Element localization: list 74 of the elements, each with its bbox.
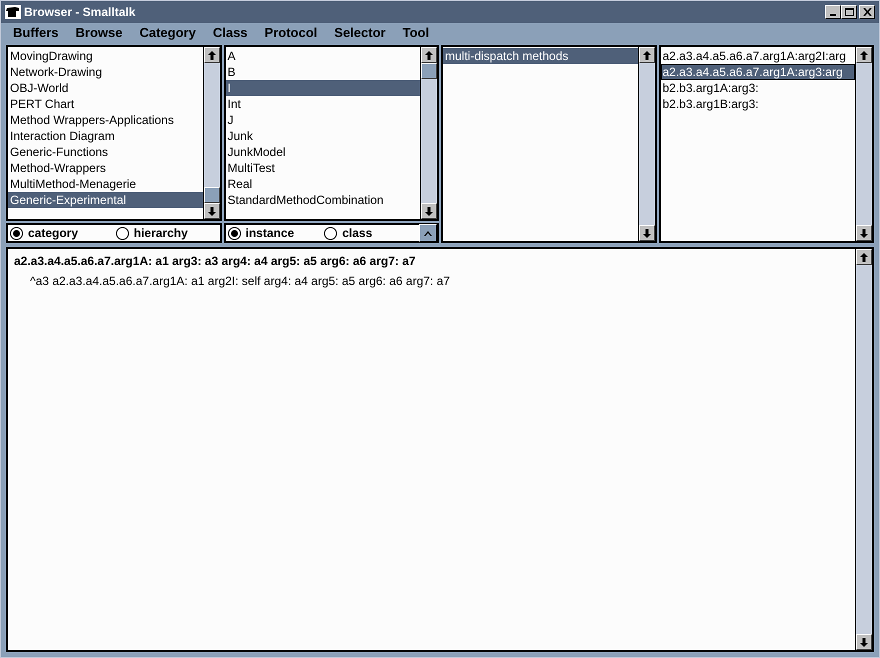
scroll-thumb[interactable] (204, 187, 220, 203)
close-icon (862, 8, 872, 16)
scroll-up-button[interactable] (421, 47, 437, 63)
scrollbar[interactable] (202, 47, 220, 219)
scroll-up-button[interactable] (204, 47, 220, 63)
scrollbar[interactable] (638, 47, 654, 241)
scroll-down-button[interactable] (856, 634, 872, 650)
list-item[interactable]: JunkModel (226, 144, 420, 160)
up-arrow-icon (642, 50, 650, 60)
radio-option[interactable]: class (322, 224, 419, 242)
scroll-up-button[interactable] (856, 47, 872, 63)
list-item[interactable]: MultiMethod-Menagerie (8, 176, 202, 192)
scrollbar[interactable] (420, 47, 437, 219)
list-item[interactable]: OBJ-World (8, 80, 202, 96)
menu-item[interactable]: Category (139, 23, 196, 43)
list-item[interactable]: Generic-Functions (8, 144, 202, 160)
up-arrow-icon (425, 50, 433, 60)
down-arrow-icon (642, 228, 650, 238)
list-item[interactable]: Junk (226, 128, 420, 144)
window-title: Browser - Smalltalk (24, 4, 136, 21)
list-item[interactable]: I (226, 80, 420, 96)
maximize-icon (844, 8, 854, 16)
method-body: ^a3 a2.a3.a4.a5.a6.a7.arg1A: a1 arg2I: self arg4: a4 arg5: a5 arg6: a6 arg7: a7 (29, 273, 451, 290)
menu-item[interactable]: Class (212, 23, 248, 43)
menu-item[interactable]: Browse (76, 23, 122, 43)
scroll-up-button[interactable] (856, 249, 872, 265)
scroll-down-button[interactable] (638, 225, 654, 241)
list-item[interactable]: MultiTest (226, 160, 420, 176)
list-item[interactable]: B (226, 64, 420, 80)
menu-item[interactable]: Buffers (13, 23, 59, 43)
scroll-down-button[interactable] (856, 225, 872, 241)
up-arrow-icon (208, 50, 216, 60)
list-item[interactable]: J (226, 112, 420, 128)
toggle-button[interactable] (419, 224, 437, 242)
scrollbar[interactable] (855, 249, 872, 650)
list-item[interactable]: Interaction Diagram (8, 128, 202, 144)
list-item[interactable]: Generic-Experimental (8, 192, 202, 208)
list-item[interactable]: PERT Chart (8, 96, 202, 112)
list-item[interactable]: Network-Drawing (8, 64, 202, 80)
list-item[interactable]: b2.b3.arg1B:arg3: (660, 96, 855, 112)
list-item[interactable]: Real (226, 176, 420, 192)
down-arrow-icon (860, 228, 868, 238)
list-item[interactable]: Method-Wrappers (8, 160, 202, 176)
list-item[interactable]: b2.b3.arg1A:arg3: (660, 80, 855, 96)
list-item[interactable]: A (226, 48, 420, 64)
minimize-button[interactable] (825, 5, 841, 19)
caret-icon (424, 230, 432, 236)
radio-option[interactable]: instance (226, 224, 322, 242)
list-item[interactable]: StandardMethodCombination (226, 192, 420, 208)
radio-option[interactable]: category (8, 224, 114, 242)
scroll-up-button[interactable] (638, 47, 654, 63)
scroll-down-button[interactable] (421, 203, 437, 219)
scroll-thumb[interactable] (421, 63, 437, 79)
scroll-down-button[interactable] (204, 203, 220, 219)
down-arrow-icon (208, 206, 216, 216)
list-item[interactable]: Method Wrappers-Applications (8, 112, 202, 128)
up-arrow-icon (860, 50, 868, 60)
maximize-button[interactable] (841, 5, 857, 19)
close-button[interactable] (859, 5, 875, 19)
up-arrow-icon (860, 252, 868, 262)
list-item[interactable]: a2.a3.a4.a5.a6.a7.arg1A:arg2I:arg (660, 48, 855, 64)
radio-option[interactable]: hierarchy (114, 224, 220, 242)
scrollbar[interactable] (855, 47, 872, 241)
method-signature: a2.a3.a4.a5.a6.a7.arg1A: a1 arg3: a3 arg4: a4 arg5: a5 arg6: a6 arg7: a7 (14, 253, 417, 270)
list-item[interactable]: MovingDrawing (8, 48, 202, 64)
menu-item[interactable]: Tool (402, 23, 430, 43)
list-item[interactable]: a2.a3.a4.a5.a6.a7.arg1A:arg3:arg (660, 64, 855, 80)
down-arrow-icon (425, 206, 433, 216)
menu-item[interactable]: Protocol (264, 23, 318, 43)
down-arrow-icon (860, 638, 868, 646)
list-item[interactable]: Int (226, 96, 420, 112)
list-item[interactable]: multi-dispatch methods (443, 48, 638, 64)
menu-item[interactable]: Selector (334, 23, 386, 43)
app-icon (5, 5, 21, 19)
